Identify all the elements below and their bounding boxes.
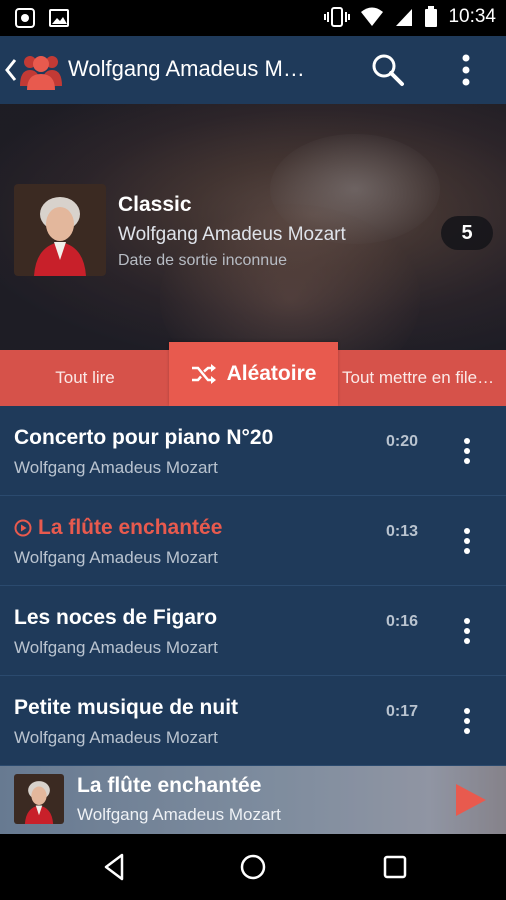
page-title: Wolfgang Amadeus M…: [68, 56, 305, 81]
search-icon: [372, 54, 404, 86]
status-time: 10:34: [448, 6, 496, 27]
more-vert-icon: [464, 528, 470, 554]
album-header: Classic Wolfgang Amadeus Mozart Date de …: [0, 104, 506, 350]
more-vert-icon: [464, 708, 470, 734]
now-playing-bar[interactable]: La flûte enchantée Wolfgang Amadeus Moza…: [0, 766, 506, 834]
back-button[interactable]: [4, 50, 64, 90]
track-menu-button[interactable]: [455, 436, 479, 466]
artist-group-icon: [20, 56, 62, 90]
track-duration: 0:17: [386, 703, 419, 720]
now-playing-title: La flûte enchantée: [77, 774, 262, 797]
play-all-button[interactable]: Tout lire: [0, 350, 170, 406]
enqueue-all-button[interactable]: Tout mettre en file…: [338, 350, 506, 406]
track-count-badge: 5: [441, 216, 493, 250]
image-icon: [49, 9, 69, 27]
search-button[interactable]: [370, 52, 406, 88]
overflow-menu-button[interactable]: [452, 52, 480, 88]
track-list: Concerto pour piano N°20 Wolfgang Amadeu…: [0, 406, 506, 766]
track-artist: Wolfgang Amadeus Mozart: [14, 458, 218, 477]
battery-icon: [425, 6, 438, 27]
track-title: Petite musique de nuit: [14, 696, 239, 719]
nav-back-button[interactable]: [100, 852, 130, 882]
status-bar: 10:34: [0, 0, 506, 36]
more-vert-icon: [462, 54, 470, 86]
nav-home-button[interactable]: [238, 852, 268, 882]
track-artist: Wolfgang Amadeus Mozart: [14, 728, 218, 747]
play-button[interactable]: [452, 782, 488, 818]
wifi-icon: [361, 7, 384, 26]
track-menu-button[interactable]: [455, 706, 479, 736]
track-title: Concerto pour piano N°20: [14, 426, 274, 449]
track-row[interactable]: La flûte enchantée Wolfgang Amadeus Moza…: [0, 496, 506, 586]
album-actions: Tout lire Aléatoire Tout mettre en file…: [0, 342, 506, 406]
album-artist: Wolfgang Amadeus Mozart: [118, 224, 346, 245]
nav-recents-button[interactable]: [380, 852, 410, 882]
track-menu-button[interactable]: [455, 616, 479, 646]
recents-square-icon: [383, 855, 407, 879]
more-vert-icon: [464, 618, 470, 644]
home-circle-icon: [240, 854, 266, 880]
screenshot-icon: [15, 8, 35, 28]
track-artist: Wolfgang Amadeus Mozart: [14, 638, 218, 657]
track-duration: 0:20: [386, 433, 419, 450]
vibrate-icon: [324, 7, 351, 27]
mozart-portrait-icon: [14, 184, 106, 276]
track-artist: Wolfgang Amadeus Mozart: [14, 548, 218, 567]
now-playing-art: [14, 774, 64, 824]
back-triangle-icon: [104, 853, 124, 881]
system-nav-bar: [0, 834, 506, 900]
mozart-portrait-icon: [14, 774, 64, 824]
back-arrow-icon: [5, 59, 17, 81]
now-playing-artist: Wolfgang Amadeus Mozart: [77, 805, 281, 824]
now-playing-icon: [14, 519, 32, 537]
track-row[interactable]: Concerto pour piano N°20 Wolfgang Amadeu…: [0, 406, 506, 496]
more-vert-icon: [464, 438, 470, 464]
track-duration: 0:16: [386, 613, 419, 630]
play-icon: [456, 784, 486, 816]
track-menu-button[interactable]: [455, 526, 479, 556]
track-duration: 0:13: [386, 523, 419, 540]
signal-icon: [396, 9, 413, 26]
track-title: Les noces de Figaro: [14, 606, 218, 629]
album-title: Classic: [118, 193, 192, 216]
album-release-date: Date de sortie inconnue: [118, 252, 287, 269]
album-art[interactable]: [14, 184, 106, 276]
track-row[interactable]: Les noces de Figaro Wolfgang Amadeus Moz…: [0, 586, 506, 676]
track-title: La flûte enchantée: [14, 516, 222, 540]
shuffle-label: Aléatoire: [226, 362, 317, 385]
track-row[interactable]: Petite musique de nuit Wolfgang Amadeus …: [0, 676, 506, 766]
shuffle-icon: [191, 364, 216, 384]
shuffle-button[interactable]: Aléatoire: [169, 342, 338, 406]
app-bar: Wolfgang Amadeus M…: [0, 36, 506, 104]
